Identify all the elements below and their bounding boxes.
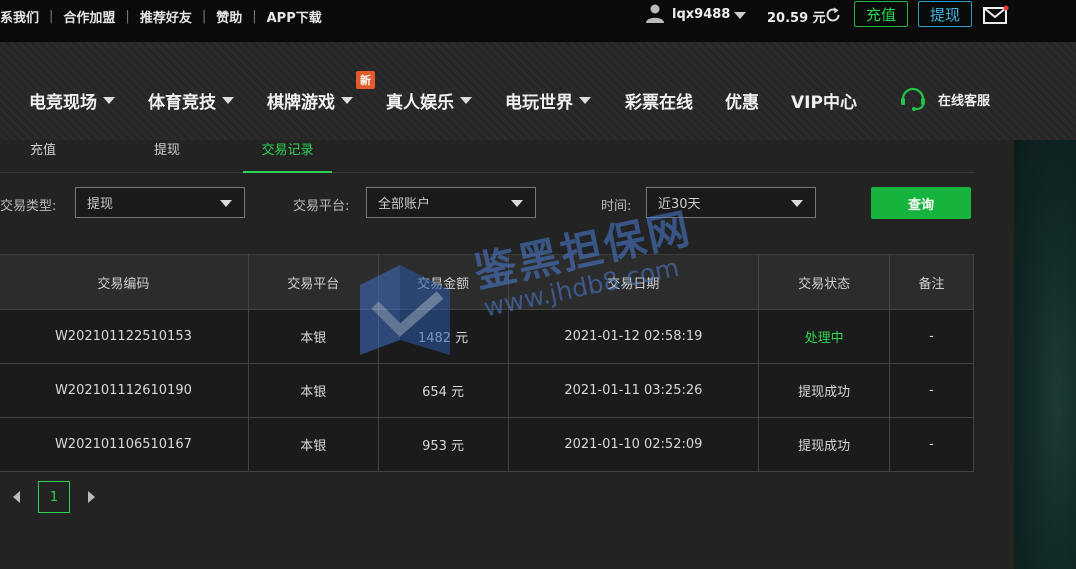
cell-code: W202101106510167 — [0, 417, 249, 472]
nav-label: 电玩世界 — [505, 93, 573, 113]
contact-us-link[interactable]: 系我们 — [0, 7, 39, 26]
tab-deposit[interactable]: 充值 — [0, 140, 86, 171]
cell-platform: 本银 — [247, 417, 379, 472]
nav-label: 电竞现场 — [29, 93, 97, 113]
header-code: 交易编码 — [0, 254, 249, 310]
cell-date: 2021-01-12 02:58:19 — [507, 309, 760, 364]
cell-status: 提现成功 — [758, 417, 891, 472]
nav-promotions[interactable]: 优惠 — [725, 88, 759, 113]
nav-vip[interactable]: VIP中心 — [791, 88, 857, 113]
headset-icon — [901, 87, 925, 111]
new-badge: 新 — [356, 71, 375, 89]
chevron-right-icon[interactable] — [88, 491, 95, 503]
cell-date: 2021-01-10 02:52:09 — [507, 417, 760, 472]
cell-status: 处理中 — [758, 309, 891, 364]
header-status: 交易状态 — [758, 254, 891, 310]
cell-status: 提现成功 — [758, 363, 891, 418]
platform-select[interactable]: 全部账户 — [366, 187, 536, 218]
nav-sports[interactable]: 体育竞技 — [148, 88, 234, 113]
nav-card-games[interactable]: 棋牌游戏 — [267, 88, 353, 113]
table-row: W202101112610190 本银 654 元 2021-01-11 03:… — [0, 363, 974, 418]
balance: 20.59 元 — [767, 11, 826, 26]
table-row: W202101106510167 本银 953 元 2021-01-10 02:… — [0, 417, 974, 472]
top-bar: 系我们 | 合作加盟 | 推荐好友 | 赞助 | APP下载 lqx9488 2… — [0, 0, 1076, 42]
header-date: 交易日期 — [507, 254, 760, 310]
chevron-down-icon — [511, 200, 523, 207]
transactions-table: 交易编码 交易平台 交易金额 交易日期 交易状态 备注 W20210112251… — [0, 254, 974, 472]
nav-label: VIP中心 — [791, 93, 857, 113]
cell-remark: - — [889, 363, 974, 418]
separator: | — [125, 8, 130, 24]
tab-withdraw[interactable]: 提现 — [124, 140, 210, 171]
type-label: 交易类型: — [0, 199, 57, 214]
nav-label: 优惠 — [725, 93, 759, 113]
separator: | — [252, 8, 257, 24]
refer-friend-link[interactable]: 推荐好友 — [140, 7, 192, 26]
nav-esports[interactable]: 电竞现场 — [29, 88, 115, 113]
chevron-down-icon — [103, 97, 115, 104]
time-select[interactable]: 近30天 — [646, 187, 816, 218]
type-select[interactable]: 提现 — [75, 187, 245, 218]
side-banner — [1014, 140, 1076, 569]
cell-code: W202101112610190 — [0, 363, 249, 418]
cell-remark: - — [889, 417, 974, 472]
cell-amount: 953 元 — [377, 417, 509, 472]
header-amount: 交易金额 — [377, 254, 509, 310]
cell-amount: 1482 元 — [377, 309, 509, 364]
query-button[interactable]: 查询 — [871, 187, 971, 219]
tab-transactions[interactable]: 交易记录 — [243, 140, 332, 173]
chevron-down-icon — [579, 97, 591, 104]
nav-label: 真人娱乐 — [386, 93, 454, 113]
nav-arcade[interactable]: 电玩世界 — [505, 88, 591, 113]
separator: | — [201, 8, 207, 24]
platform-value: 全部账户 — [378, 197, 431, 212]
chevron-left-icon[interactable] — [13, 491, 20, 503]
cell-platform: 本银 — [247, 363, 379, 418]
nav-lottery[interactable]: 彩票在线 — [625, 88, 693, 113]
username[interactable]: lqx9488 — [672, 7, 730, 22]
type-value: 提现 — [87, 197, 114, 212]
page-number[interactable]: 1 — [38, 481, 70, 513]
time-value: 近30天 — [658, 197, 701, 212]
platform-label: 交易平台: — [293, 199, 350, 214]
time-label: 时间: — [601, 199, 632, 214]
user-icon[interactable] — [645, 3, 665, 23]
nav-label: 棋牌游戏 — [267, 93, 335, 113]
withdraw-button[interactable]: 提现 — [918, 1, 972, 27]
cell-code: W202101122510153 — [0, 309, 249, 364]
chevron-down-icon — [460, 97, 472, 104]
nav-live-casino[interactable]: 真人娱乐 — [386, 88, 472, 113]
separator: | — [49, 8, 54, 24]
cell-date: 2021-01-11 03:25:26 — [507, 363, 760, 418]
chevron-down-icon — [220, 200, 232, 207]
table-row: W202101122510153 本银 1482 元 2021-01-12 02… — [0, 309, 974, 364]
cell-remark: - — [889, 309, 974, 364]
nav-label: 体育竞技 — [148, 93, 216, 113]
mail-icon[interactable] — [983, 5, 1009, 25]
chevron-down-icon[interactable] — [734, 12, 746, 19]
table-header-row: 交易编码 交易平台 交易金额 交易日期 交易状态 备注 — [0, 254, 974, 310]
tab-bar: 充值 提现 交易记录 — [0, 140, 975, 173]
support-label: 在线客服 — [938, 93, 991, 109]
sponsor-link[interactable]: 赞助 — [216, 7, 242, 26]
partnership-link[interactable]: 合作加盟 — [63, 7, 115, 26]
app-download-link[interactable]: APP下载 — [267, 7, 322, 26]
nav-label: 彩票在线 — [625, 93, 693, 113]
chevron-down-icon — [791, 200, 803, 207]
header-remark: 备注 — [889, 254, 974, 310]
cell-platform: 本银 — [247, 309, 379, 364]
main-nav: 电竞现场 体育竞技 棋牌游戏 新 真人娱乐 电玩世界 彩票在线 优惠 VIP中心… — [0, 42, 1076, 140]
deposit-button[interactable]: 充值 — [854, 1, 908, 27]
refresh-icon[interactable] — [824, 6, 842, 24]
header-platform: 交易平台 — [247, 254, 379, 310]
online-support-button[interactable]: 在线客服 — [898, 86, 990, 112]
chevron-down-icon — [341, 97, 353, 104]
cell-amount: 654 元 — [377, 363, 509, 418]
chevron-down-icon — [222, 97, 234, 104]
top-links: 系我们 | 合作加盟 | 推荐好友 | 赞助 | APP下载 — [0, 0, 322, 32]
